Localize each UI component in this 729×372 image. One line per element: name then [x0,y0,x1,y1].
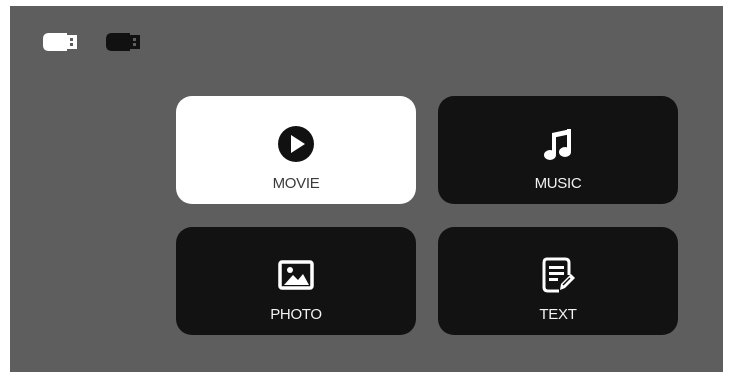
usb-connected-icon [43,33,77,51]
music-tile[interactable]: MUSIC [438,96,678,204]
media-menu-screen: MOVIE MUSIC PHOTO TEXT [10,6,723,372]
play-circle-icon [278,126,314,162]
photo-label: PHOTO [270,306,322,323]
photo-tile[interactable]: PHOTO [176,227,416,335]
image-icon [278,260,314,290]
text-document-icon [542,257,575,293]
movie-tile[interactable]: MOVIE [176,96,416,204]
text-label: TEXT [539,306,577,323]
music-label: MUSIC [534,175,582,192]
usb-disconnected-icon [106,33,140,51]
text-tile[interactable]: TEXT [438,227,678,335]
music-note-icon [544,129,571,160]
movie-label: MOVIE [272,175,320,192]
